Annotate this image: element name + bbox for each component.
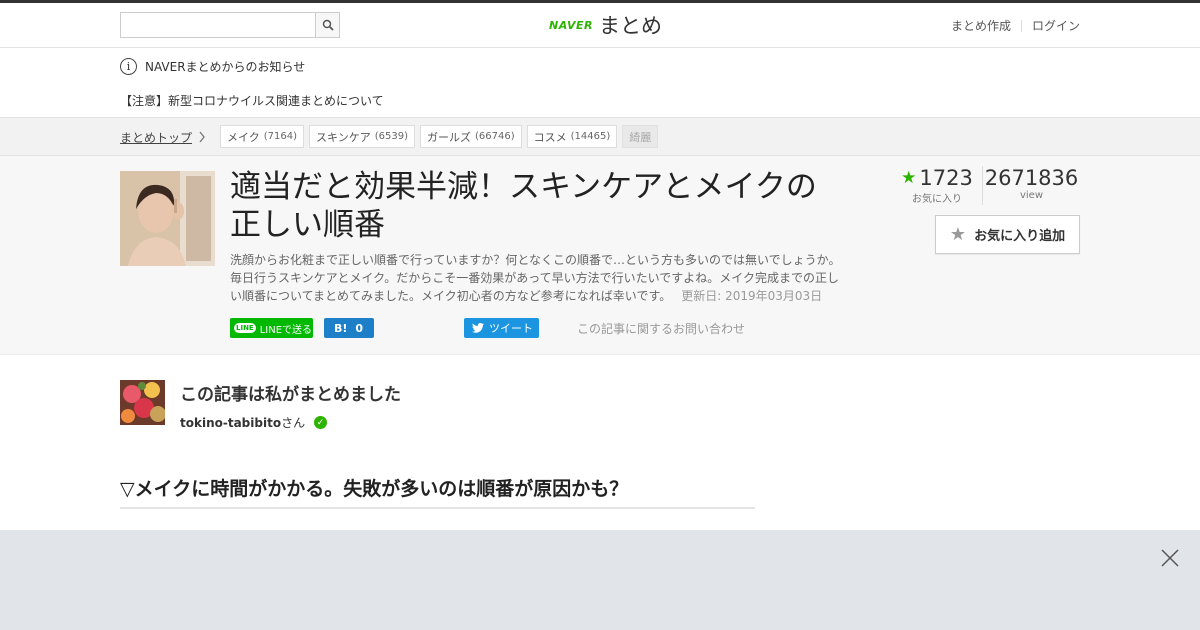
author-heading: この記事は私がまとめました <box>180 385 401 405</box>
article-header: 適当だと効果半減！スキンケアとメイクの正しい順番 洗顔からお化粧まで正しい順番で… <box>0 156 1200 355</box>
breadcrumb: まとめトップ メイク (7164) スキンケア (6539) ガールズ (667… <box>0 118 1200 156</box>
add-favorite-label: お気に入り追加 <box>974 229 1066 244</box>
search-button[interactable] <box>315 12 340 38</box>
tag-kirei[interactable]: 綺麗 <box>622 125 659 148</box>
tag-count: (6539) <box>374 131 408 142</box>
author-name: tokino-tabibitoさん ✓ <box>180 414 401 431</box>
author-username[interactable]: tokino-tabibito <box>180 416 281 430</box>
star-icon: ★ <box>901 168 917 188</box>
site-logo[interactable]: NAVER まとめ <box>549 10 662 40</box>
create-matome-link[interactable]: まとめ作成 <box>951 17 1011 34</box>
logo-matome: まとめ <box>598 14 662 38</box>
article-title: 適当だと効果半減！スキンケアとメイクの正しい順番 <box>230 169 817 243</box>
hatena-count: 0 <box>355 321 364 335</box>
search-box <box>120 12 340 38</box>
author-info: この記事は私がまとめました tokino-tabibitoさん ✓ <box>180 380 401 431</box>
contact-link[interactable]: この記事に関するお問い合わせ <box>577 320 745 337</box>
tag-count: (14465) <box>570 131 611 142</box>
tag-count: (66746) <box>474 131 515 142</box>
chevron-right-icon <box>199 131 205 143</box>
breadcrumb-home-link[interactable]: まとめトップ <box>120 129 192 146</box>
hatena-icon: B! <box>334 321 348 335</box>
views-count: 2671836 <box>984 166 1079 190</box>
top-header: NAVER まとめ まとめ作成 ログイン <box>0 0 1200 48</box>
author-suffix: さん <box>281 416 306 430</box>
tag-girls[interactable]: ガールズ (66746) <box>419 125 522 148</box>
favorites-count: 1723 <box>919 166 973 190</box>
tag-cosme[interactable]: コスメ (14465) <box>526 125 618 148</box>
article-stats: ★ 1723 お気に入り 2671836 view <box>898 166 1080 205</box>
share-row: LINE LINEで送る B! 0 ツイート この記事に関するお問い合わせ <box>230 318 745 338</box>
hatena-bookmark-button[interactable]: B! 0 <box>324 318 374 338</box>
notice-title-text: NAVERまとめからのお知らせ <box>145 60 306 74</box>
star-icon: ★ <box>949 224 967 245</box>
tag-label: コスメ <box>533 130 567 144</box>
article-thumbnail[interactable] <box>120 171 215 266</box>
login-link[interactable]: ログイン <box>1032 17 1080 34</box>
tag-count: (7164) <box>263 131 298 142</box>
tag-label: ガールズ <box>426 130 471 144</box>
logo-naver: NAVER <box>549 18 593 32</box>
close-icon[interactable] <box>1160 548 1180 568</box>
tweet-label: ツイート <box>489 322 533 335</box>
search-input[interactable] <box>120 12 315 38</box>
section-heading: ▽メイクに時間がかかる。失敗が多いのは順番が原因かも？ <box>120 474 755 509</box>
header-divider <box>1020 19 1022 32</box>
twitter-bird-icon <box>472 323 484 333</box>
tweet-button[interactable]: ツイート <box>464 318 539 338</box>
article-description: 洗顔からお化粧まで正しい順番で行っていますか？何となくこの順番で…という方も多い… <box>230 251 845 305</box>
tag-skincare[interactable]: スキンケア (6539) <box>309 125 415 148</box>
notice-link[interactable]: 【注意】新型コロナウイルス関連まとめについて <box>120 92 384 109</box>
info-icon: i <box>120 58 137 75</box>
favorites-stat: ★ 1723 お気に入り <box>898 166 983 205</box>
tag-label: メイク <box>227 130 260 144</box>
line-icon: LINE <box>234 323 256 333</box>
avatar[interactable] <box>120 380 165 425</box>
search-icon <box>322 19 334 31</box>
notice-bar: i NAVERまとめからのお知らせ 【注意】新型コロナウイルス関連まとめについて <box>0 48 1200 118</box>
line-share-label: LINEで送る <box>259 324 313 336</box>
tag-label: スキンケア <box>316 130 371 144</box>
views-label: view <box>1019 190 1044 201</box>
author-block: この記事は私がまとめました tokino-tabibitoさん ✓ <box>120 380 401 431</box>
tag-label: 綺麗 <box>629 130 652 144</box>
line-share-button[interactable]: LINE LINEで送る <box>230 318 313 338</box>
updated-date: 更新日: 2019年03月03日 <box>681 289 823 303</box>
verified-check-icon: ✓ <box>314 416 328 429</box>
header-links: まとめ作成 ログイン <box>951 17 1080 34</box>
notice-title: i NAVERまとめからのお知らせ <box>120 58 305 75</box>
tag-makeup[interactable]: メイク (7164) <box>220 125 305 148</box>
views-stat: 2671836 view <box>983 166 1080 205</box>
ad-overlay <box>0 530 1200 630</box>
favorites-label: お気に入り <box>912 194 962 205</box>
add-favorite-button[interactable]: ★ お気に入り追加 <box>935 215 1080 254</box>
tag-list: メイク (7164) スキンケア (6539) ガールズ (66746) コスメ… <box>220 125 659 148</box>
